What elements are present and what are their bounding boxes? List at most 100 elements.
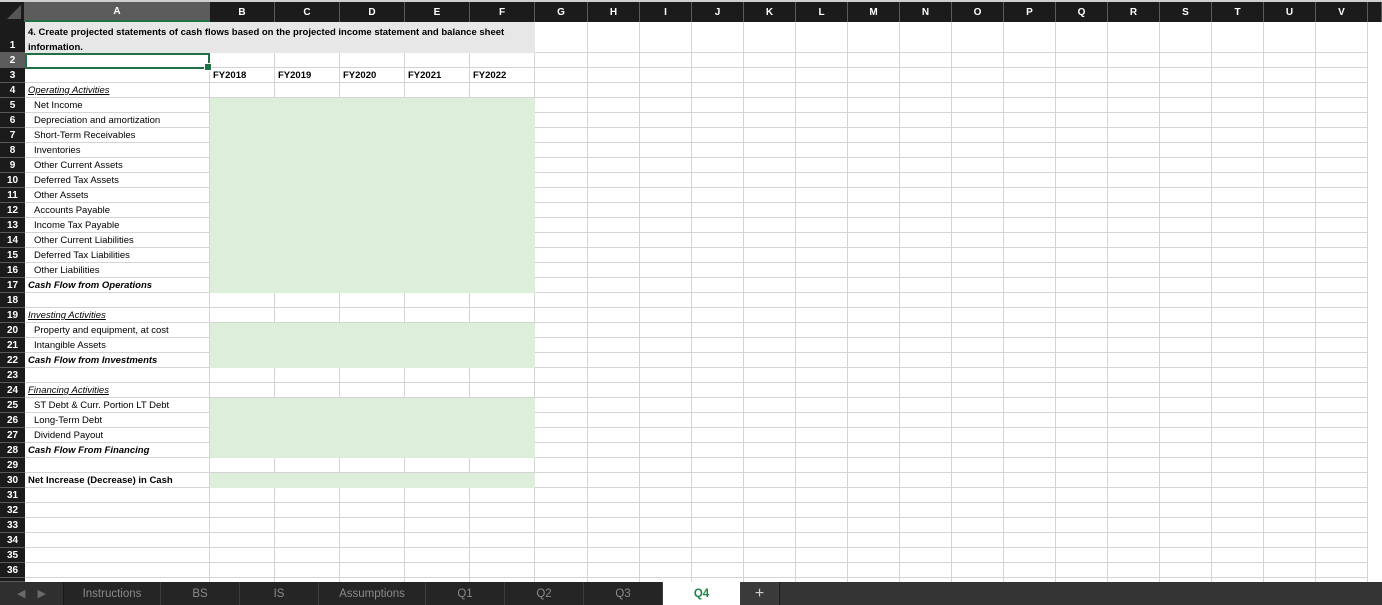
cell[interactable] — [848, 398, 900, 413]
cell[interactable] — [588, 533, 640, 548]
cell[interactable] — [1056, 173, 1108, 188]
row-header-14[interactable]: 14 — [0, 233, 25, 248]
cell[interactable] — [340, 503, 405, 518]
cell[interactable] — [535, 488, 588, 503]
cell[interactable] — [25, 368, 210, 383]
cell[interactable] — [535, 248, 588, 263]
cell[interactable] — [744, 398, 796, 413]
input-cell-e14[interactable] — [405, 233, 470, 248]
input-cell-f27[interactable] — [470, 428, 535, 443]
cell[interactable] — [1108, 22, 1160, 53]
tab-is[interactable]: IS — [240, 582, 319, 605]
cell[interactable] — [1212, 173, 1264, 188]
cell[interactable] — [1160, 428, 1212, 443]
cell[interactable] — [1056, 113, 1108, 128]
input-cell-d16[interactable] — [340, 263, 405, 278]
cell[interactable] — [1264, 188, 1316, 203]
row-label-30[interactable]: Net Increase (Decrease) in Cash — [25, 473, 210, 488]
column-header-h[interactable]: H — [588, 2, 640, 22]
cell[interactable] — [1108, 293, 1160, 308]
cell[interactable] — [1212, 473, 1264, 488]
cell[interactable] — [470, 83, 535, 98]
row-label-5[interactable]: Net Income — [25, 98, 210, 113]
input-cell-e30[interactable] — [405, 473, 470, 488]
cell[interactable] — [1316, 83, 1368, 98]
cell[interactable] — [640, 128, 692, 143]
cell[interactable] — [535, 233, 588, 248]
cell[interactable] — [470, 518, 535, 533]
cell[interactable] — [1264, 278, 1316, 293]
cell[interactable] — [640, 458, 692, 473]
cell[interactable] — [588, 218, 640, 233]
cell[interactable] — [900, 398, 952, 413]
cell[interactable] — [1316, 323, 1368, 338]
cell[interactable] — [796, 518, 848, 533]
cell[interactable] — [340, 458, 405, 473]
cell[interactable] — [1056, 203, 1108, 218]
cell[interactable] — [796, 473, 848, 488]
cell[interactable] — [1108, 563, 1160, 578]
cell[interactable] — [25, 53, 210, 68]
cell[interactable] — [952, 293, 1004, 308]
cell[interactable] — [900, 22, 952, 53]
cell[interactable] — [1004, 443, 1056, 458]
cell[interactable] — [1264, 203, 1316, 218]
row-header-35[interactable]: 35 — [0, 548, 25, 563]
cell[interactable] — [848, 263, 900, 278]
cell[interactable] — [1212, 308, 1264, 323]
cell[interactable] — [1056, 458, 1108, 473]
input-cell-f14[interactable] — [470, 233, 535, 248]
cell[interactable] — [405, 503, 470, 518]
input-cell-c7[interactable] — [275, 128, 340, 143]
year-header-b[interactable]: FY2018 — [210, 68, 275, 83]
input-cell-e8[interactable] — [405, 143, 470, 158]
cell[interactable] — [1056, 308, 1108, 323]
cell[interactable] — [1316, 308, 1368, 323]
cell[interactable] — [744, 203, 796, 218]
row-header-10[interactable]: 10 — [0, 173, 25, 188]
column-header-d[interactable]: D — [340, 2, 405, 22]
cell[interactable] — [744, 368, 796, 383]
cell[interactable] — [535, 293, 588, 308]
cell[interactable] — [692, 383, 744, 398]
cell[interactable] — [952, 323, 1004, 338]
cell[interactable] — [210, 563, 275, 578]
input-cell-f17[interactable] — [470, 278, 535, 293]
cell[interactable] — [952, 533, 1004, 548]
cell[interactable] — [1316, 143, 1368, 158]
cell[interactable] — [744, 533, 796, 548]
cell[interactable] — [848, 173, 900, 188]
cell[interactable] — [535, 533, 588, 548]
row-header-2[interactable]: 2 — [0, 53, 25, 68]
column-header-o[interactable]: O — [952, 2, 1004, 22]
cell[interactable] — [210, 293, 275, 308]
cell[interactable] — [1160, 263, 1212, 278]
cell[interactable] — [796, 188, 848, 203]
cell[interactable] — [1004, 518, 1056, 533]
cell[interactable] — [848, 203, 900, 218]
input-cell-b10[interactable] — [210, 173, 275, 188]
cell[interactable] — [744, 143, 796, 158]
cell[interactable] — [1056, 263, 1108, 278]
cell[interactable] — [952, 68, 1004, 83]
cell[interactable] — [1160, 278, 1212, 293]
input-cell-b28[interactable] — [210, 443, 275, 458]
input-cell-f6[interactable] — [470, 113, 535, 128]
cell[interactable] — [848, 368, 900, 383]
cell[interactable] — [1212, 563, 1264, 578]
input-cell-e15[interactable] — [405, 248, 470, 263]
cell[interactable] — [692, 563, 744, 578]
cell[interactable] — [952, 428, 1004, 443]
cell[interactable] — [1264, 518, 1316, 533]
cell[interactable] — [744, 53, 796, 68]
input-cell-e27[interactable] — [405, 428, 470, 443]
cell[interactable] — [692, 158, 744, 173]
cell[interactable] — [535, 128, 588, 143]
cell[interactable] — [1316, 533, 1368, 548]
cell[interactable] — [1212, 218, 1264, 233]
row-header-13[interactable]: 13 — [0, 218, 25, 233]
cell[interactable] — [900, 113, 952, 128]
cell[interactable] — [848, 113, 900, 128]
cell[interactable] — [900, 128, 952, 143]
cell[interactable] — [1264, 22, 1316, 53]
